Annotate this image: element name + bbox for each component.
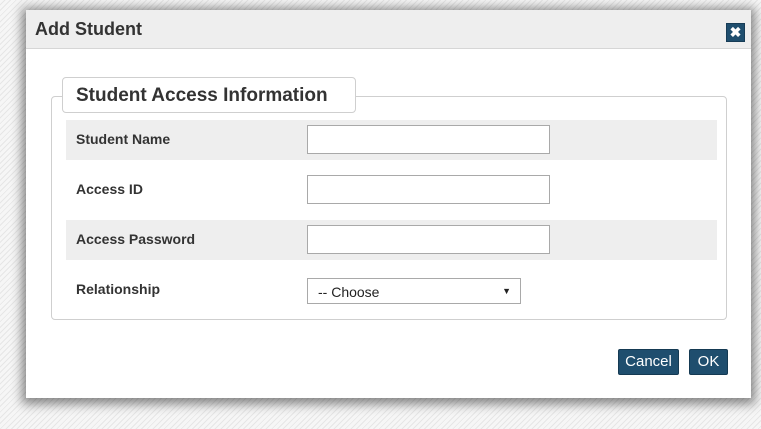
student-name-input[interactable] (307, 125, 550, 154)
relationship-select[interactable]: -- Choose ▼ (307, 278, 521, 304)
add-student-dialog: Add Student ✖ Student Access Information… (26, 10, 751, 398)
close-button[interactable]: ✖ (726, 23, 745, 42)
access-password-input[interactable] (307, 225, 550, 254)
close-icon: ✖ (729, 24, 742, 40)
dialog-titlebar: Add Student ✖ (26, 10, 751, 49)
form-row-access-id: Access ID (66, 170, 717, 210)
access-password-label: Access Password (76, 231, 196, 247)
form-row-access-password: Access Password (66, 220, 717, 260)
form-row-relationship: Relationship -- Choose ▼ (66, 270, 717, 310)
access-id-label: Access ID (76, 181, 143, 197)
student-name-label: Student Name (76, 131, 171, 147)
form-row-student-name: Student Name (66, 120, 717, 160)
section-legend: Student Access Information (62, 77, 356, 113)
relationship-selected-value: -- Choose (318, 284, 380, 300)
ok-button[interactable]: OK (689, 349, 728, 375)
access-id-input[interactable] (307, 175, 550, 204)
relationship-label: Relationship (76, 281, 161, 297)
chevron-down-icon: ▼ (502, 286, 511, 296)
dialog-title: Add Student (35, 19, 142, 39)
cancel-button[interactable]: Cancel (618, 349, 679, 375)
